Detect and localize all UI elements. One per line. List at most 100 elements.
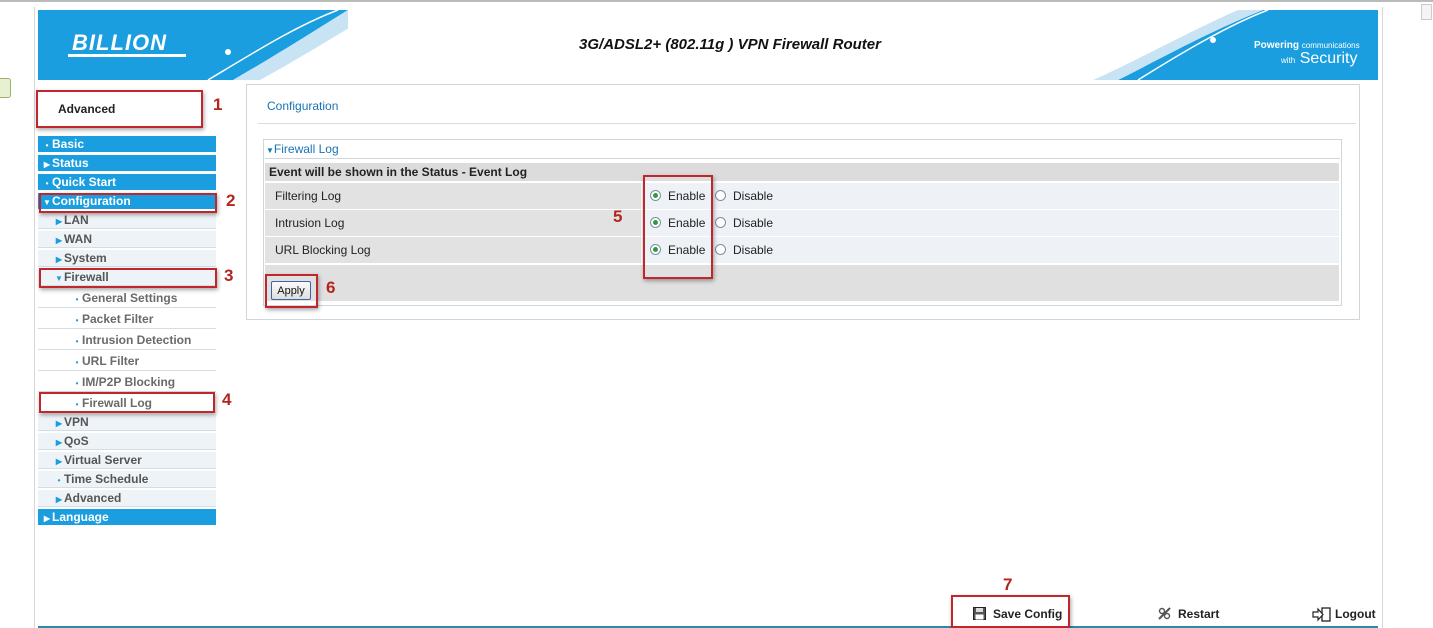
sidebar-item-label: Advanced <box>64 491 122 505</box>
panel-divider <box>258 123 1356 124</box>
tagline-bottom: with Security <box>1281 50 1357 68</box>
tagline-communications: communications <box>1301 41 1360 50</box>
annotation-number-1: 1 <box>213 95 223 114</box>
row-options: Enable Disable <box>642 237 1339 263</box>
annotation-box-2 <box>39 193 217 213</box>
sidebar-item-qos[interactable]: ▶ QoS <box>38 433 216 450</box>
arrow-right-icon: ▶ <box>55 438 63 447</box>
billion-logo: BILLION <box>72 30 167 55</box>
sidebar-item-wan[interactable]: ▶ WAN <box>38 231 216 248</box>
apply-row <box>265 265 1339 301</box>
sidebar-item-label: URL Filter <box>82 354 140 368</box>
bullet-icon: • <box>75 358 79 367</box>
sidebar-item-label: Packet Filter <box>82 312 154 326</box>
sidebar-item-label: Status <box>52 156 89 170</box>
annotation-box-3 <box>39 268 217 288</box>
annotation-box-7 <box>951 595 1070 628</box>
bullet-icon: • <box>57 476 61 485</box>
sidebar-item-quick-start[interactable]: • Quick Start <box>38 174 216 191</box>
restart-icon[interactable] <box>1158 607 1171 620</box>
annotation-box-4 <box>39 392 215 413</box>
sidebar-item-status[interactable]: ▶ Status <box>38 155 216 172</box>
sidebar-item-vpn[interactable]: ▶ VPN <box>38 414 216 431</box>
bullet-icon: • <box>75 337 79 346</box>
bullet-icon: • <box>75 316 79 325</box>
bullet-icon: • <box>75 295 79 304</box>
arrow-right-icon: ▶ <box>55 419 63 428</box>
restart-button[interactable]: Restart <box>1178 607 1219 621</box>
sidebar-item-label: Time Schedule <box>64 472 149 486</box>
arrow-right-icon: ▶ <box>43 514 51 523</box>
row-filtering-log: Filtering Log Enable Disable <box>265 183 1339 209</box>
panel-title: Configuration <box>267 99 339 113</box>
intrusion-log-disable-radio[interactable] <box>715 217 726 228</box>
sidebar-item-basic[interactable]: • Basic <box>38 136 216 153</box>
arrow-right-icon: ▶ <box>43 160 51 169</box>
sidebar-item-label: General Settings <box>82 291 178 305</box>
sidebar-item-time-schedule[interactable]: • Time Schedule <box>38 471 216 488</box>
arrow-right-icon: ▶ <box>55 495 63 504</box>
sidebar-item-label: Virtual Server <box>64 453 142 467</box>
sidebar-item-im-p2p-blocking[interactable]: • IM/P2P Blocking <box>38 372 216 392</box>
bullet-icon: • <box>45 179 49 188</box>
filtering-log-disable-radio[interactable] <box>715 190 726 201</box>
arrow-down-icon: ▼ <box>266 146 274 155</box>
sidebar-item-advanced[interactable]: ▶ Advanced <box>38 490 216 507</box>
arrow-right-icon: ▶ <box>55 457 63 466</box>
arrow-right-icon: ▶ <box>55 255 63 264</box>
sidebar-item-label: Intrusion Detection <box>82 333 192 347</box>
bullet-icon: • <box>45 141 49 150</box>
annotation-number-7: 7 <box>1003 575 1013 594</box>
page-title: 3G/ADSL2+ (802.11g ) VPN Firewall Router <box>579 36 881 53</box>
annotation-number-5: 5 <box>613 207 623 226</box>
scrollbar-thumb[interactable] <box>1421 4 1432 20</box>
annotation-number-3: 3 <box>224 266 234 285</box>
sidebar-item-system[interactable]: ▶ System <box>38 250 216 267</box>
sidebar-item-label: QoS <box>64 434 89 448</box>
side-tab-handle[interactable] <box>0 78 11 98</box>
sidebar-item-virtual-server[interactable]: ▶ Virtual Server <box>38 452 216 469</box>
section-title[interactable]: ▼Firewall Log <box>266 142 339 156</box>
sidebar-item-label: Quick Start <box>52 175 117 189</box>
sidebar-item-intrusion-detection[interactable]: • Intrusion Detection <box>38 330 216 350</box>
url-blocking-log-disable-radio[interactable] <box>715 244 726 255</box>
logo-underline <box>68 54 186 57</box>
tagline-with: with <box>1281 56 1296 65</box>
arrow-right-icon: ▶ <box>55 236 63 245</box>
sidebar-item-label: IM/P2P Blocking <box>82 375 176 389</box>
sidebar-item-url-filter[interactable]: • URL Filter <box>38 351 216 371</box>
row-label: Filtering Log <box>265 183 641 209</box>
row-label: Intrusion Log <box>265 210 641 236</box>
annotation-box-5 <box>643 175 713 279</box>
sidebar-item-label: WAN <box>64 232 92 246</box>
sidebar-item-label: Basic <box>52 137 85 151</box>
sidebar-item-label: LAN <box>64 213 89 227</box>
arrow-right-icon: ▶ <box>55 217 63 226</box>
row-url-blocking-log: URL Blocking Log Enable Disable <box>265 237 1339 263</box>
row-intrusion-log: Intrusion Log Enable Disable <box>265 210 1339 236</box>
sidebar-item-language[interactable]: ▶ Language <box>38 509 216 526</box>
logout-icon[interactable] <box>1312 607 1332 622</box>
tagline-security: Security <box>1299 50 1358 67</box>
event-note: Event will be shown in the Status - Even… <box>265 163 1339 181</box>
disable-label[interactable]: Disable <box>733 216 773 230</box>
disable-label[interactable]: Disable <box>733 189 773 203</box>
row-label: URL Blocking Log <box>265 237 641 263</box>
logout-button[interactable]: Logout <box>1335 607 1376 621</box>
bullet-icon: • <box>75 379 79 388</box>
annotation-box-1 <box>36 90 203 128</box>
section-title-text: Firewall Log <box>273 142 339 156</box>
disable-label[interactable]: Disable <box>733 243 773 257</box>
row-options: Enable Disable <box>642 210 1339 236</box>
sidebar-item-lan[interactable]: ▶ LAN <box>38 212 216 229</box>
annotation-number-4: 4 <box>222 390 232 409</box>
sidebar-item-label: VPN <box>64 415 89 429</box>
sidebar-item-label: Language <box>52 510 109 524</box>
section-divider <box>265 158 1340 159</box>
annotation-box-6 <box>265 274 318 308</box>
sidebar-item-packet-filter[interactable]: • Packet Filter <box>38 309 216 329</box>
annotation-number-6: 6 <box>326 278 336 297</box>
sidebar-item-general-settings[interactable]: • General Settings <box>38 288 216 308</box>
window-top-border <box>0 0 1433 2</box>
sidebar-item-label: System <box>64 251 107 265</box>
